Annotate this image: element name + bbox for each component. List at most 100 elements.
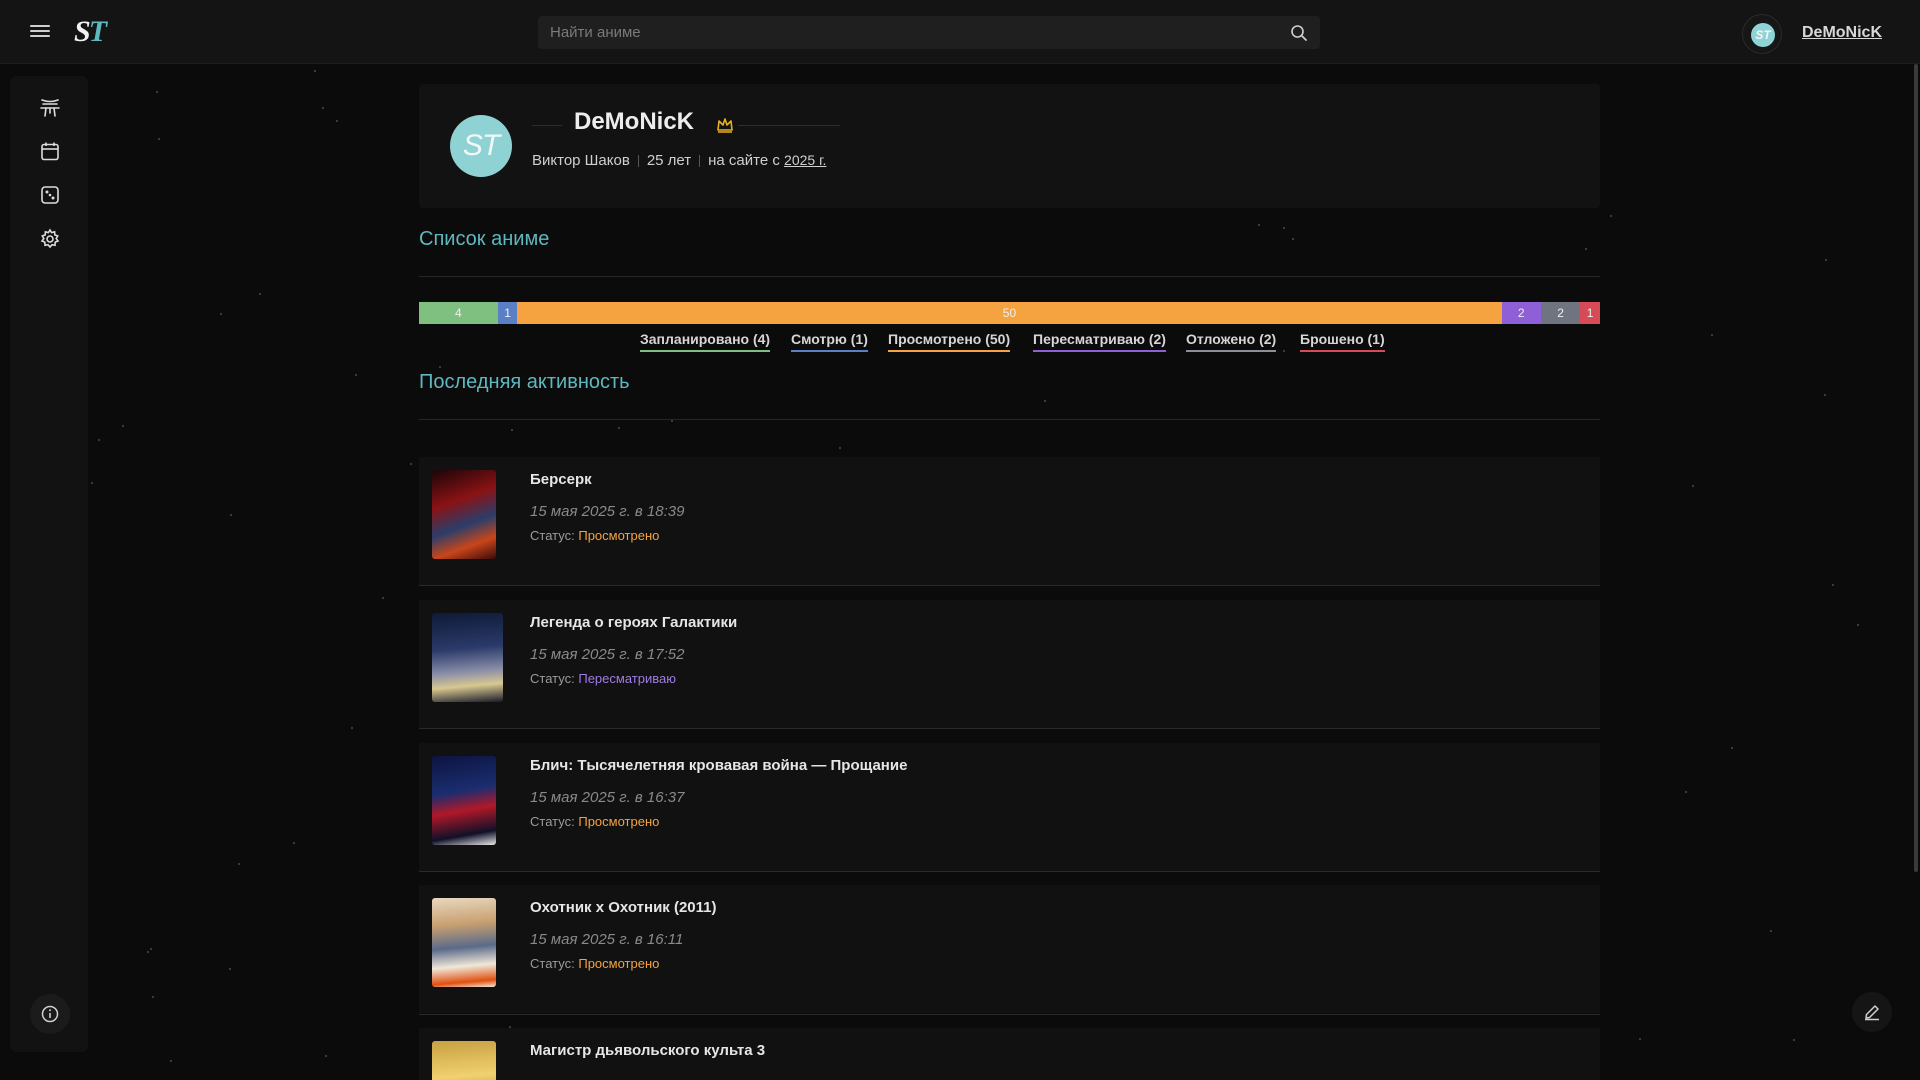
star-dot [1832, 584, 1834, 586]
star-dot [230, 514, 232, 516]
profile-since-prefix: на сайте с [708, 152, 780, 169]
activity-date: 15 мая 2025 г. в 17:52 [530, 646, 685, 663]
star-dot [147, 951, 149, 953]
status-value: Просмотрено [578, 956, 660, 971]
legend-item[interactable]: Брошено (1) [1300, 331, 1385, 352]
star-dot [322, 107, 324, 109]
info-button[interactable] [30, 994, 70, 1034]
star-dot [1585, 248, 1587, 250]
star-dot [91, 482, 93, 484]
legend-item[interactable]: Смотрю (1) [791, 331, 868, 352]
legend-item[interactable]: Запланировано (4) [640, 331, 771, 352]
star-dot [351, 727, 353, 729]
activity-title-text: Магистр дьявольского культа 3 [530, 1042, 766, 1059]
anime-icon[interactable] [39, 96, 61, 118]
star-dot [122, 425, 124, 427]
status-value: Просмотрено [578, 814, 660, 829]
star-dot [152, 996, 154, 998]
status-prefix: Статус: [530, 956, 575, 971]
star-dot [618, 427, 620, 429]
star-dot [1258, 224, 1260, 226]
search-input[interactable] [538, 16, 1320, 49]
user-avatar[interactable]: ST [1742, 14, 1782, 54]
gear-icon[interactable] [39, 228, 61, 250]
star-dot [839, 447, 841, 449]
star-dot [314, 70, 316, 72]
section-divider [419, 276, 1600, 277]
star-dot [1044, 400, 1046, 402]
name-decor-line [738, 125, 840, 126]
meta-separator [699, 155, 701, 168]
activity-title-text: Легенда о героях Галактики [530, 614, 738, 631]
status-bar-segment[interactable]: 50 [517, 302, 1502, 324]
activity-item[interactable]: Легенда о героях Галактики 15 мая 2025 г… [419, 600, 1600, 728]
anime-list-title: Список аниме [419, 228, 550, 250]
site-logo[interactable]: ST [74, 14, 120, 50]
star-dot [382, 597, 384, 599]
anime-poster [432, 1041, 496, 1080]
activity-status: Статус: Просмотрено [530, 956, 659, 971]
star-dot [150, 948, 152, 950]
user-avatar-initials: ST [1751, 23, 1775, 47]
profile-age: 25 лет [646, 152, 692, 169]
activity-status: Статус: Просмотрено [530, 814, 659, 829]
activity-item[interactable]: Охотник х Охотник (2011) 15 мая 2025 г. … [419, 885, 1600, 1013]
star-dot [259, 293, 261, 295]
edit-profile-button[interactable] [1852, 992, 1892, 1032]
username-link[interactable]: DeMoNicK [1802, 24, 1882, 42]
meta-separator [637, 155, 639, 168]
activity-divider [419, 1014, 1600, 1015]
status-bar-segment[interactable]: 4 [419, 302, 498, 324]
search-icon[interactable] [1290, 24, 1308, 42]
star-dot [410, 463, 412, 465]
activity-item[interactable]: Берсерк 15 мая 2025 г. в 18:39 Статус: П… [419, 457, 1600, 585]
activity-divider [419, 728, 1600, 729]
crown-icon [717, 118, 733, 133]
legend-item[interactable]: Пересматриваю (2) [1033, 331, 1166, 352]
profile-real-name: Виктор Шаков [532, 152, 630, 169]
legend-item[interactable]: Отложено (2) [1186, 331, 1277, 352]
dice-icon[interactable] [39, 184, 61, 206]
star-dot [671, 420, 673, 422]
profile-name: DeMoNicK [574, 108, 695, 135]
status-bar-segment[interactable]: 1 [497, 302, 518, 324]
profile-card: ST DeMoNicK Виктор Шаков 25 лет на сайте с… [419, 84, 1600, 208]
section-divider [419, 419, 1600, 420]
activity-title-text: Блич: Тысячелетняя кровавая война — Прощ… [530, 757, 908, 774]
star-dot [1824, 394, 1826, 396]
calendar-icon[interactable] [39, 140, 61, 162]
star-dot [1283, 350, 1285, 352]
star-dot [1731, 747, 1733, 749]
profile-meta: Виктор Шаков 25 лет на сайте с 2025 г. [532, 152, 826, 169]
star-dot [98, 439, 100, 441]
profile-since-year-link[interactable]: 2025 г. [784, 152, 826, 168]
star-dot [1610, 215, 1612, 217]
star-dot [156, 91, 158, 93]
activity-divider [419, 585, 1600, 586]
status-bar-segment[interactable]: 2 [1540, 302, 1581, 324]
star-dot [1692, 485, 1694, 487]
star-dot [439, 366, 441, 368]
star-dot [158, 138, 160, 140]
status-bar-segment[interactable]: 1 [1580, 302, 1600, 324]
status-prefix: Статус: [530, 671, 575, 686]
activity-item[interactable]: Магистр дьявольского культа 3 [419, 1028, 1600, 1080]
scrollbar[interactable] [1914, 64, 1918, 872]
status-bar-segment[interactable]: 2 [1501, 302, 1541, 324]
star-dot [355, 374, 357, 376]
activity-title-text: Берсерк [530, 471, 592, 488]
legend-item[interactable]: Просмотрено (50) [888, 331, 1011, 352]
status-value: Пересматриваю [578, 671, 676, 686]
star-dot [1825, 259, 1827, 261]
star-dot [238, 863, 240, 865]
star-dot [1711, 334, 1713, 336]
star-dot [170, 1060, 172, 1062]
anime-poster [432, 470, 496, 559]
activity-date: 15 мая 2025 г. в 16:37 [530, 789, 685, 806]
star-dot [1857, 624, 1859, 626]
star-dot [220, 313, 222, 315]
menu-icon[interactable] [28, 22, 52, 42]
activity-item[interactable]: Блич: Тысячелетняя кровавая война — Прощ… [419, 743, 1600, 871]
status-value: Просмотрено [578, 528, 660, 543]
profile-avatar: ST [450, 115, 512, 177]
